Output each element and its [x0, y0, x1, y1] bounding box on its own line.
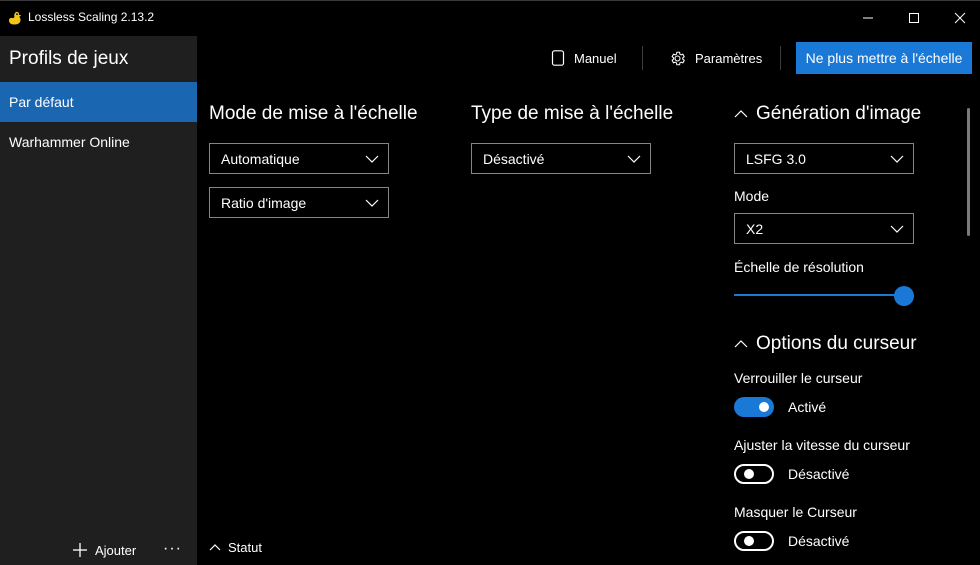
hide-cursor-label: Masquer le Curseur [734, 504, 857, 520]
scaling-mode-title: Mode de mise à l'échelle [209, 103, 418, 124]
maximize-icon [909, 13, 919, 23]
resolution-scale-label: Échelle de résolution [734, 259, 864, 275]
profile-item-label: Warhammer Online [9, 134, 130, 150]
cursor-speed-toggle[interactable] [734, 464, 774, 484]
dropdown-value: X2 [746, 220, 764, 237]
chevron-down-icon [365, 199, 379, 207]
lock-cursor-toggle[interactable] [734, 397, 774, 417]
frame-gen-mode-dropdown[interactable]: X2 [734, 213, 914, 244]
profile-item-warhammer-online[interactable]: Warhammer Online [0, 122, 197, 162]
lock-cursor-state: Activé [788, 399, 827, 415]
hide-cursor-toggle[interactable] [734, 531, 774, 551]
frame-generation-title: Génération d'image [756, 103, 922, 124]
duck-icon [9, 11, 21, 25]
gear-icon [671, 51, 685, 65]
chevron-up-icon [734, 340, 748, 348]
settings-button[interactable]: Paramètres [669, 48, 762, 68]
document-icon [551, 50, 565, 66]
chevron-up-icon [734, 110, 748, 118]
stop-scaling-button[interactable]: Ne plus mettre à l'échelle [796, 42, 972, 74]
plus-icon [73, 543, 87, 557]
profile-item-label: Par défaut [9, 94, 74, 110]
manual-label: Manuel [574, 50, 617, 66]
minimize-button[interactable] [845, 6, 891, 30]
header-divider [780, 46, 781, 70]
aspect-ratio-dropdown[interactable]: Ratio d'image [209, 187, 389, 218]
header-divider [642, 46, 643, 70]
sidebar-title: Profils de jeux [9, 48, 129, 69]
dropdown-value: Désactivé [483, 150, 545, 167]
status-header[interactable]: Statut [209, 540, 262, 555]
maximize-button[interactable] [891, 6, 937, 30]
chevron-down-icon [627, 155, 641, 163]
close-icon [954, 12, 966, 24]
cursor-speed-state: Désactivé [788, 466, 850, 482]
scaling-type-dropdown[interactable]: Désactivé [471, 143, 651, 174]
chevron-up-icon [209, 544, 221, 551]
add-profile-label: Ajouter [95, 542, 137, 558]
frame-generation-header[interactable]: Génération d'image [734, 103, 921, 125]
chevron-down-icon [365, 155, 379, 163]
dropdown-value: LSFG 3.0 [746, 150, 806, 167]
dropdown-value: Automatique [221, 150, 300, 167]
cursor-speed-label: Ajuster la vitesse du curseur [734, 437, 910, 453]
minimize-icon [863, 17, 873, 19]
dropdown-value: Ratio d'image [221, 194, 307, 211]
profile-item-default[interactable]: Par défaut [0, 82, 197, 122]
resolution-scale-slider-thumb[interactable] [894, 286, 914, 306]
settings-label: Paramètres [695, 50, 763, 66]
scaling-type-title: Type de mise à l'échelle [471, 103, 674, 124]
scrollbar-thumb[interactable] [967, 108, 970, 236]
scaling-mode-dropdown[interactable]: Automatique [209, 143, 389, 174]
window-title: Lossless Scaling 2.13.2 [28, 10, 155, 24]
add-profile-button[interactable]: Ajouter [72, 540, 136, 560]
close-button[interactable] [937, 6, 980, 30]
cursor-options-header[interactable]: Options du curseur [734, 333, 917, 355]
cursor-options-title: Options du curseur [756, 333, 917, 354]
title-bar-top-border [0, 0, 980, 1]
resolution-scale-slider-track[interactable] [734, 294, 904, 296]
mode-label: Mode [734, 188, 770, 204]
more-options-button[interactable]: ··· [163, 540, 182, 558]
status-label: Statut [228, 540, 262, 555]
chevron-down-icon [890, 225, 904, 233]
manual-button[interactable]: Manuel [551, 48, 617, 68]
chevron-down-icon [890, 155, 904, 163]
hide-cursor-state: Désactivé [788, 533, 850, 549]
frame-generation-dropdown[interactable]: LSFG 3.0 [734, 143, 914, 174]
lock-cursor-label: Verrouiller le curseur [734, 370, 863, 386]
